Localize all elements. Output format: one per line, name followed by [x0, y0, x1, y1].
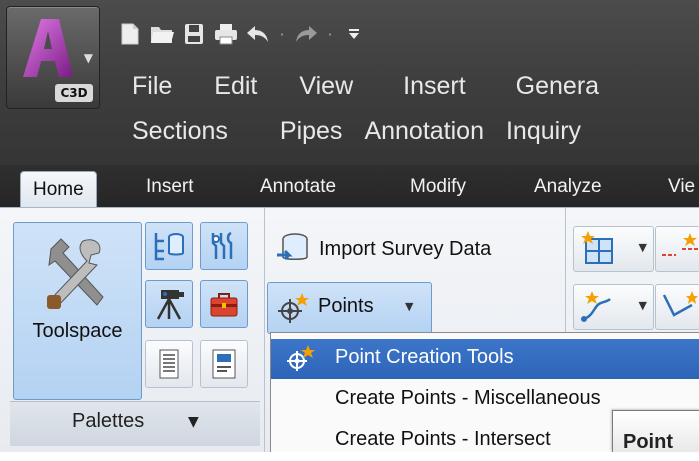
- menu-item-label: Create Points - Intersect: [335, 428, 551, 450]
- new-file-icon[interactable]: [116, 20, 144, 48]
- menu-pipes[interactable]: Pipes: [280, 117, 343, 146]
- panel-divider: [264, 208, 265, 452]
- menu-view[interactable]: View: [299, 72, 353, 101]
- points-dropdown-button[interactable]: Points ▼: [267, 282, 432, 334]
- menu-bar-row-1: File Edit View Insert Genera: [132, 72, 599, 101]
- quick-access-toolbar: · ·: [116, 18, 368, 50]
- toolbox-button[interactable]: [200, 280, 248, 328]
- feature-line-icon: [581, 291, 611, 322]
- tab-annotate[interactable]: Annotate: [260, 169, 336, 205]
- menu-general[interactable]: Genera: [516, 72, 599, 101]
- survey-button[interactable]: [145, 280, 193, 328]
- surfaces-chevron-icon: ▼: [638, 241, 647, 254]
- toolspace-label: Toolspace: [32, 320, 123, 342]
- points-chevron-icon: ▼: [405, 300, 414, 313]
- properties-icon: [159, 349, 179, 379]
- survey-tripod-icon: [156, 290, 184, 320]
- menu-inquiry[interactable]: Inquiry: [506, 117, 581, 146]
- profile-icon: [662, 291, 698, 317]
- tab-modify[interactable]: Modify: [410, 169, 466, 205]
- surface-grid-icon: [581, 231, 613, 264]
- title-bar: ▼ C3D · · File Edit View Insert Genera S…: [0, 0, 699, 165]
- window-panel-icon: [212, 349, 236, 379]
- tooltip: Point: [612, 410, 699, 453]
- menu-file[interactable]: File: [132, 72, 172, 101]
- palettes-label: Palettes: [72, 410, 145, 432]
- import-survey-data-button[interactable]: Import Survey Data: [275, 226, 491, 272]
- alignment-icon: [662, 233, 698, 256]
- undo-dropdown-icon[interactable]: ·: [276, 25, 288, 44]
- points-label: Points: [318, 295, 374, 317]
- undo-icon[interactable]: [244, 20, 272, 48]
- design-center-button[interactable]: [200, 340, 248, 388]
- redo-icon[interactable]: [292, 20, 320, 48]
- point-creation-tools-icon: [287, 345, 315, 371]
- tools-icon: [47, 238, 104, 309]
- tab-analyze[interactable]: Analyze: [534, 169, 602, 205]
- palettes-chevron-icon: ▼: [188, 414, 199, 430]
- menu-item-label: Create Points - Miscellaneous: [335, 387, 601, 409]
- profile-dropdown-button[interactable]: [655, 284, 699, 330]
- app-menu-chevron-icon: ▼: [83, 51, 93, 65]
- database-tree-icon: [154, 233, 184, 261]
- product-badge: C3D: [55, 84, 93, 102]
- properties-palette-button[interactable]: [145, 340, 193, 388]
- save-icon[interactable]: [180, 20, 208, 48]
- open-folder-icon[interactable]: [148, 20, 176, 48]
- menu-insert[interactable]: Insert: [403, 72, 466, 101]
- import-survey-icon: [277, 233, 308, 261]
- print-icon[interactable]: [212, 20, 240, 48]
- menu-edit[interactable]: Edit: [214, 72, 257, 101]
- feature-lines-dropdown-button[interactable]: ▼: [573, 284, 654, 330]
- menu-annotation[interactable]: Annotation: [364, 117, 484, 146]
- tab-insert[interactable]: Insert: [146, 169, 194, 205]
- import-survey-data-label: Import Survey Data: [319, 237, 492, 260]
- points-icon: [278, 293, 309, 323]
- tab-view[interactable]: Vie: [668, 169, 695, 205]
- menu-sections[interactable]: Sections: [132, 117, 228, 146]
- toolbox-icon: [210, 293, 238, 317]
- application-menu-button[interactable]: ▼ C3D: [6, 6, 100, 109]
- menu-item-point-creation-tools[interactable]: Point Creation Tools: [271, 339, 699, 379]
- menu-item-label: Point Creation Tools: [335, 346, 514, 368]
- qat-customize-icon[interactable]: [340, 20, 368, 48]
- settings-tools-button[interactable]: [200, 222, 248, 270]
- prospector-button[interactable]: [145, 222, 193, 270]
- palettes-panel-title[interactable]: Palettes ▼: [10, 401, 260, 446]
- toolspace-button[interactable]: Toolspace: [13, 222, 142, 400]
- autocad-a-logo-icon: [23, 19, 73, 77]
- redo-dropdown-icon[interactable]: ·: [324, 25, 336, 44]
- menu-bar-row-2: Sections Pipes Annotation Inquiry: [132, 117, 581, 146]
- surfaces-dropdown-button[interactable]: ▼: [573, 226, 654, 272]
- feature-lines-chevron-icon: ▼: [638, 299, 647, 312]
- alignment-dropdown-button[interactable]: [655, 226, 699, 272]
- tab-home[interactable]: Home: [20, 171, 97, 208]
- ribbon-tab-strip: Home Insert Annotate Modify Analyze Vie: [0, 165, 699, 208]
- settings-wrench-icon: [211, 231, 233, 259]
